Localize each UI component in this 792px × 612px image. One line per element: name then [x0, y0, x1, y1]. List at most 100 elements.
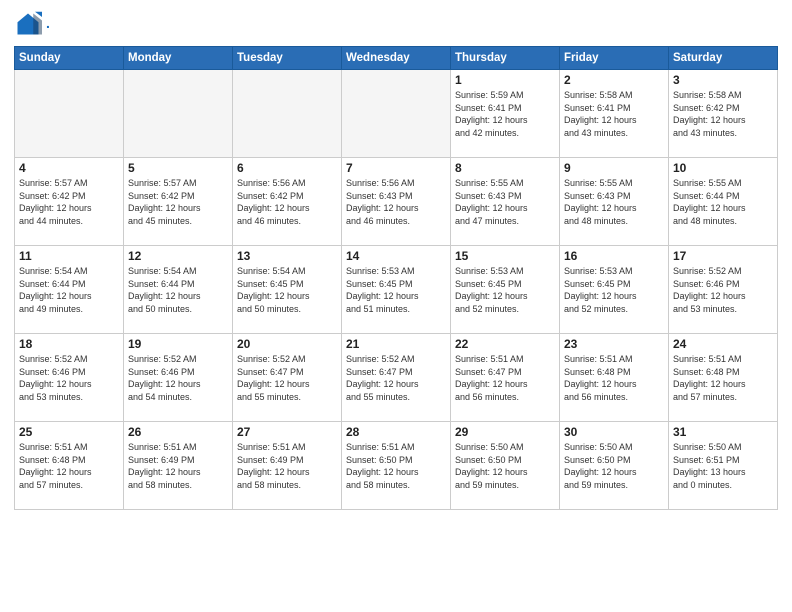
day-info: Sunrise: 5:58 AM Sunset: 6:42 PM Dayligh…: [673, 89, 773, 139]
day-number: 7: [346, 161, 446, 175]
day-info: Sunrise: 5:52 AM Sunset: 6:46 PM Dayligh…: [19, 353, 119, 403]
day-info: Sunrise: 5:50 AM Sunset: 6:51 PM Dayligh…: [673, 441, 773, 491]
weekday-header-row: SundayMondayTuesdayWednesdayThursdayFrid…: [15, 47, 778, 70]
day-info: Sunrise: 5:51 AM Sunset: 6:47 PM Dayligh…: [455, 353, 555, 403]
day-number: 24: [673, 337, 773, 351]
day-number: 5: [128, 161, 228, 175]
calendar-cell: 3 Sunrise: 5:58 AM Sunset: 6:42 PM Daylig…: [669, 70, 778, 158]
calendar-cell: 23 Sunrise: 5:51 AM Sunset: 6:48 PM Dayli…: [560, 334, 669, 422]
calendar-cell: 17 Sunrise: 5:52 AM Sunset: 6:46 PM Dayli…: [669, 246, 778, 334]
day-info: Sunrise: 5:55 AM Sunset: 6:43 PM Dayligh…: [455, 177, 555, 227]
calendar-cell: 22Sunrise: 5:51 AM Sunset: 6:47 PM Dayli…: [451, 334, 560, 422]
day-number: 8: [455, 161, 555, 175]
day-info: Sunrise: 5:58 AM Sunset: 6:41 PM Dayligh…: [564, 89, 664, 139]
day-info: Sunrise: 5:55 AM Sunset: 6:44 PM Dayligh…: [673, 177, 773, 227]
day-number: 15: [455, 249, 555, 263]
day-number: 4: [19, 161, 119, 175]
day-number: 19: [128, 337, 228, 351]
day-number: 23: [564, 337, 664, 351]
calendar-cell: 5 Sunrise: 5:57 AM Sunset: 6:42 PM Daylig…: [124, 158, 233, 246]
calendar-cell: 14 Sunrise: 5:53 AM Sunset: 6:45 PM Dayli…: [342, 246, 451, 334]
day-number: 28: [346, 425, 446, 439]
day-number: 9: [564, 161, 664, 175]
day-info: Sunrise: 5:52 AM Sunset: 6:47 PM Dayligh…: [346, 353, 446, 403]
day-number: 29: [455, 425, 555, 439]
calendar-cell: 24 Sunrise: 5:51 AM Sunset: 6:48 PM Dayli…: [669, 334, 778, 422]
day-info: Sunrise: 5:51 AM Sunset: 6:50 PM Dayligh…: [346, 441, 446, 491]
day-info: Sunrise: 5:59 AM Sunset: 6:41 PM Dayligh…: [455, 89, 555, 139]
day-info: Sunrise: 5:52 AM Sunset: 6:46 PM Dayligh…: [673, 265, 773, 315]
calendar-cell: 11 Sunrise: 5:54 AM Sunset: 6:44 PM Dayli…: [15, 246, 124, 334]
week-row-3: 11 Sunrise: 5:54 AM Sunset: 6:44 PM Dayli…: [15, 246, 778, 334]
day-info: Sunrise: 5:53 AM Sunset: 6:45 PM Dayligh…: [564, 265, 664, 315]
weekday-header-saturday: Saturday: [669, 47, 778, 70]
day-number: 12: [128, 249, 228, 263]
day-number: 30: [564, 425, 664, 439]
day-info: Sunrise: 5:51 AM Sunset: 6:49 PM Dayligh…: [128, 441, 228, 491]
calendar-cell: 21 Sunrise: 5:52 AM Sunset: 6:47 PM Dayli…: [342, 334, 451, 422]
calendar-cell: 26 Sunrise: 5:51 AM Sunset: 6:49 PM Dayli…: [124, 422, 233, 510]
weekday-header-friday: Friday: [560, 47, 669, 70]
calendar-cell: 16 Sunrise: 5:53 AM Sunset: 6:45 PM Dayli…: [560, 246, 669, 334]
day-info: Sunrise: 5:50 AM Sunset: 6:50 PM Dayligh…: [564, 441, 664, 491]
weekday-header-thursday: Thursday: [451, 47, 560, 70]
day-number: 16: [564, 249, 664, 263]
day-info: Sunrise: 5:50 AM Sunset: 6:50 PM Dayligh…: [455, 441, 555, 491]
calendar-cell: 2 Sunrise: 5:58 AM Sunset: 6:41 PM Daylig…: [560, 70, 669, 158]
day-info: Sunrise: 5:52 AM Sunset: 6:46 PM Dayligh…: [128, 353, 228, 403]
day-number: 11: [19, 249, 119, 263]
calendar-cell: [342, 70, 451, 158]
calendar-cell: 8 Sunrise: 5:55 AM Sunset: 6:43 PM Daylig…: [451, 158, 560, 246]
day-number: 2: [564, 73, 664, 87]
logo: .: [14, 10, 50, 38]
calendar-cell: 1Sunrise: 5:59 AM Sunset: 6:41 PM Daylig…: [451, 70, 560, 158]
day-number: 17: [673, 249, 773, 263]
calendar-cell: 27Sunrise: 5:51 AM Sunset: 6:49 PM Dayli…: [233, 422, 342, 510]
day-number: 25: [19, 425, 119, 439]
day-number: 21: [346, 337, 446, 351]
calendar-cell: [233, 70, 342, 158]
day-number: 26: [128, 425, 228, 439]
logo-text: .: [46, 16, 50, 31]
calendar-cell: 15 Sunrise: 5:53 AM Sunset: 6:45 PM Dayli…: [451, 246, 560, 334]
day-info: Sunrise: 5:51 AM Sunset: 6:48 PM Dayligh…: [564, 353, 664, 403]
day-info: Sunrise: 5:53 AM Sunset: 6:45 PM Dayligh…: [455, 265, 555, 315]
day-info: Sunrise: 5:57 AM Sunset: 6:42 PM Dayligh…: [19, 177, 119, 227]
calendar-cell: 20Sunrise: 5:52 AM Sunset: 6:47 PM Dayli…: [233, 334, 342, 422]
day-info: Sunrise: 5:56 AM Sunset: 6:42 PM Dayligh…: [237, 177, 337, 227]
page: . SundayMondayTuesdayWednesdayThursdayFr…: [0, 0, 792, 612]
calendar-cell: 12 Sunrise: 5:54 AM Sunset: 6:44 PM Dayli…: [124, 246, 233, 334]
calendar-cell: 28 Sunrise: 5:51 AM Sunset: 6:50 PM Dayli…: [342, 422, 451, 510]
day-number: 20: [237, 337, 337, 351]
week-row-5: 25 Sunrise: 5:51 AM Sunset: 6:48 PM Dayli…: [15, 422, 778, 510]
day-number: 13: [237, 249, 337, 263]
day-info: Sunrise: 5:57 AM Sunset: 6:42 PM Dayligh…: [128, 177, 228, 227]
calendar-cell: 25 Sunrise: 5:51 AM Sunset: 6:48 PM Dayli…: [15, 422, 124, 510]
day-number: 14: [346, 249, 446, 263]
day-info: Sunrise: 5:51 AM Sunset: 6:49 PM Dayligh…: [237, 441, 337, 491]
day-info: Sunrise: 5:51 AM Sunset: 6:48 PM Dayligh…: [673, 353, 773, 403]
calendar-cell: 9 Sunrise: 5:55 AM Sunset: 6:43 PM Daylig…: [560, 158, 669, 246]
weekday-header-monday: Monday: [124, 47, 233, 70]
week-row-4: 18 Sunrise: 5:52 AM Sunset: 6:46 PM Dayli…: [15, 334, 778, 422]
day-number: 31: [673, 425, 773, 439]
calendar-cell: [15, 70, 124, 158]
day-info: Sunrise: 5:53 AM Sunset: 6:45 PM Dayligh…: [346, 265, 446, 315]
calendar-cell: [124, 70, 233, 158]
header: .: [14, 10, 778, 38]
calendar-cell: 7 Sunrise: 5:56 AM Sunset: 6:43 PM Daylig…: [342, 158, 451, 246]
calendar-cell: 29 Sunrise: 5:50 AM Sunset: 6:50 PM Dayli…: [451, 422, 560, 510]
calendar-cell: 6Sunrise: 5:56 AM Sunset: 6:42 PM Daylig…: [233, 158, 342, 246]
week-row-1: 1Sunrise: 5:59 AM Sunset: 6:41 PM Daylig…: [15, 70, 778, 158]
weekday-header-wednesday: Wednesday: [342, 47, 451, 70]
day-info: Sunrise: 5:54 AM Sunset: 6:44 PM Dayligh…: [19, 265, 119, 315]
day-info: Sunrise: 5:51 AM Sunset: 6:48 PM Dayligh…: [19, 441, 119, 491]
day-info: Sunrise: 5:56 AM Sunset: 6:43 PM Dayligh…: [346, 177, 446, 227]
day-number: 3: [673, 73, 773, 87]
day-number: 18: [19, 337, 119, 351]
calendar-cell: 31 Sunrise: 5:50 AM Sunset: 6:51 PM Dayli…: [669, 422, 778, 510]
calendar-cell: 18 Sunrise: 5:52 AM Sunset: 6:46 PM Dayli…: [15, 334, 124, 422]
day-info: Sunrise: 5:55 AM Sunset: 6:43 PM Dayligh…: [564, 177, 664, 227]
day-info: Sunrise: 5:54 AM Sunset: 6:44 PM Dayligh…: [128, 265, 228, 315]
weekday-header-tuesday: Tuesday: [233, 47, 342, 70]
